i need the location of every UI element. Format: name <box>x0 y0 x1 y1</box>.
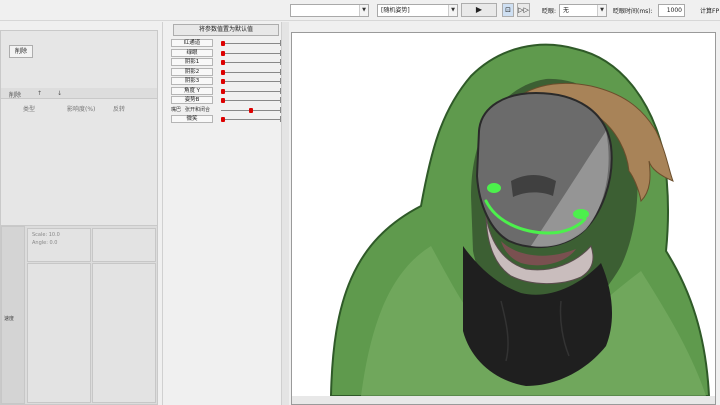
loop-icon: ⊡ <box>505 6 511 14</box>
param-label: 姿势B <box>171 96 213 104</box>
param-label: 阴影1 <box>171 58 213 66</box>
preview-grid-panel: 速度 Scale: 10.0 Angle: 0.0 <box>0 225 158 405</box>
slider-knob[interactable] <box>221 98 225 103</box>
left-panel: 削除 削除 ↑ ↓ 类型 影响度(%) 反转 速度 Scale: 10.0 An… <box>0 22 161 405</box>
param-slider[interactable] <box>221 116 283 122</box>
param-label: 红通道 <box>171 39 213 47</box>
vertical-scrollbar[interactable] <box>281 22 289 405</box>
grid-side-column: 速度 <box>1 226 25 404</box>
move-up-arrow-icon[interactable]: ↑ <box>37 90 42 97</box>
model-preview-canvas[interactable] <box>291 32 716 405</box>
param-label: 阴影2 <box>171 67 213 76</box>
chevron-down-icon[interactable]: ▼ <box>448 5 457 16</box>
slider-knob[interactable] <box>221 88 225 94</box>
move-down-arrow-icon[interactable]: ↓ <box>57 90 62 97</box>
top-toolbar: ▼ [随机姿势] ▼ ▶ ⊡ ▷▷ 眨眼: 无 ▼ 眨眼时间(ms): 1000… <box>0 0 720 21</box>
param-row: 红通道 <box>171 39 291 48</box>
fast-forward-icon: ▷▷ <box>518 6 529 14</box>
param-row: 阴影2 <box>171 67 291 77</box>
blink-time-input[interactable]: 1000 <box>658 4 685 17</box>
loop-toggle[interactable]: ⊡ <box>502 3 514 17</box>
blink-label: 眨眼: <box>542 8 557 15</box>
column-reverse: 反转 <box>113 106 126 113</box>
angle-readout: Angle: 0.0 <box>32 240 58 246</box>
pose-select[interactable]: [随机姿势] ▼ <box>377 4 458 17</box>
toolbar-delete[interactable]: 削除 <box>9 90 21 99</box>
param-slider[interactable] <box>221 97 283 103</box>
grid-cell-transform: Scale: 10.0 Angle: 0.0 <box>27 228 91 262</box>
slider-knob[interactable] <box>221 79 225 84</box>
reset-params-button[interactable]: 将参数值置为默认值 <box>173 24 279 36</box>
param-slider[interactable] <box>221 78 283 84</box>
param-slider[interactable] <box>221 59 283 65</box>
grid-cell <box>27 263 91 403</box>
chevron-down-icon[interactable]: ▼ <box>597 5 606 16</box>
calc-fps-label: 计算FP <box>700 8 720 15</box>
scale-readout: Scale: 10.0 <box>32 232 60 238</box>
blink-select-value: 无 <box>563 7 570 14</box>
param-row: 嘴巴 张开和闭合 <box>171 106 291 115</box>
parameter-panel: 将参数值置为默认值 红通道 绿眼 阴影1 阴影2 阴影3 角度 Y 姿势B 嘴巴 张开和闭合 微笑 <box>162 22 288 405</box>
chevron-down-icon[interactable]: ▼ <box>359 5 368 16</box>
slider-knob[interactable] <box>249 107 253 113</box>
param-label: 角度 Y <box>171 86 213 95</box>
param-row: 姿势B <box>171 96 291 105</box>
slider-knob[interactable] <box>221 60 225 65</box>
param-label: 阴影3 <box>171 77 213 85</box>
blink-time-label: 眨眼时间(ms): <box>613 8 653 15</box>
grid-cell <box>92 263 156 403</box>
param-row: 阴影1 <box>171 58 291 67</box>
motion-select[interactable]: ▼ <box>290 4 369 17</box>
param-label: 微笑 <box>171 115 213 123</box>
slider-knob[interactable] <box>221 117 225 122</box>
param-label: 绿眼 <box>171 48 213 57</box>
side-label: 速度 <box>4 316 15 322</box>
slider-knob[interactable] <box>221 69 225 75</box>
param-row: 阴影3 <box>171 77 291 86</box>
column-influence: 影响度(%) <box>67 106 96 113</box>
play-icon: ▶ <box>475 5 483 14</box>
column-type: 类型 <box>23 106 36 113</box>
fast-forward-button[interactable]: ▷▷ <box>517 3 530 17</box>
param-slider[interactable] <box>221 106 283 113</box>
direction-value: 张开和闭合 <box>185 106 211 113</box>
play-button[interactable]: ▶ <box>461 3 497 17</box>
blink-select[interactable]: 无 ▼ <box>559 4 607 17</box>
param-row: 角度 Y <box>171 86 291 96</box>
list-toolbar: 削除 ↑ ↓ <box>1 88 157 99</box>
param-slider[interactable] <box>221 87 283 94</box>
grid-cell <box>92 228 156 262</box>
param-slider[interactable] <box>221 40 283 46</box>
pose-select-value: [随机姿势] <box>381 7 410 14</box>
character-illustration <box>292 43 715 404</box>
slider-knob[interactable] <box>221 41 225 46</box>
param-slider[interactable] <box>221 49 283 56</box>
direction-label: 嘴巴 <box>171 106 182 113</box>
slider-knob[interactable] <box>221 50 225 56</box>
param-row: 绿眼 <box>171 48 291 58</box>
physics-list-panel: 削除 削除 ↑ ↓ 类型 影响度(%) 反转 <box>0 30 158 238</box>
param-row: 微笑 <box>171 115 291 124</box>
param-slider[interactable] <box>221 68 283 75</box>
delete-button[interactable]: 削除 <box>9 45 33 58</box>
blink-time-value: 1000 <box>666 7 682 14</box>
